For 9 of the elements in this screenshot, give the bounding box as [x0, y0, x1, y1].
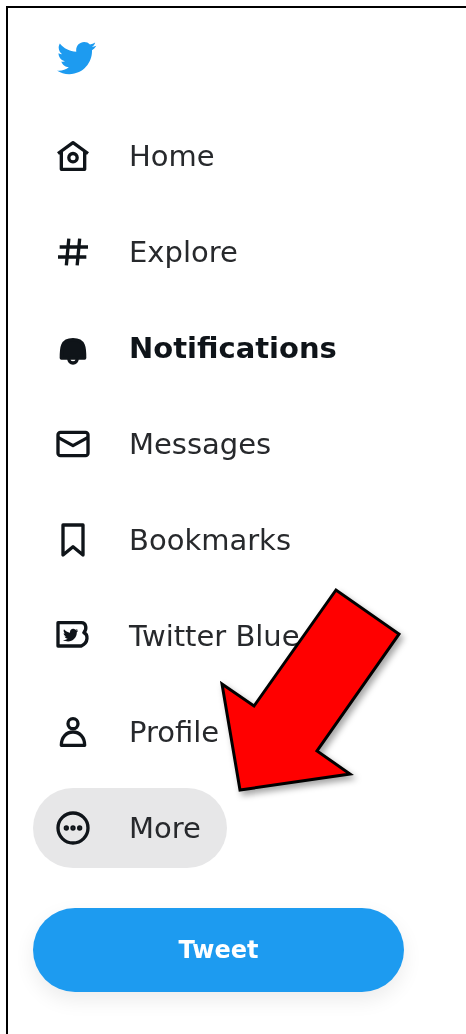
nav-item[interactable]: Notifications: [33, 308, 337, 388]
nav-item[interactable]: Messages: [33, 404, 272, 484]
nav-item[interactable]: Twitter Blue: [33, 596, 300, 676]
nav-item[interactable]: Bookmarks: [33, 500, 292, 580]
more-icon: [53, 808, 93, 848]
nav-item[interactable]: Profile: [33, 692, 220, 772]
nav-item[interactable]: Home: [33, 116, 215, 196]
nav-item[interactable]: More: [33, 788, 227, 868]
nav-item[interactable]: Explore: [33, 212, 238, 292]
